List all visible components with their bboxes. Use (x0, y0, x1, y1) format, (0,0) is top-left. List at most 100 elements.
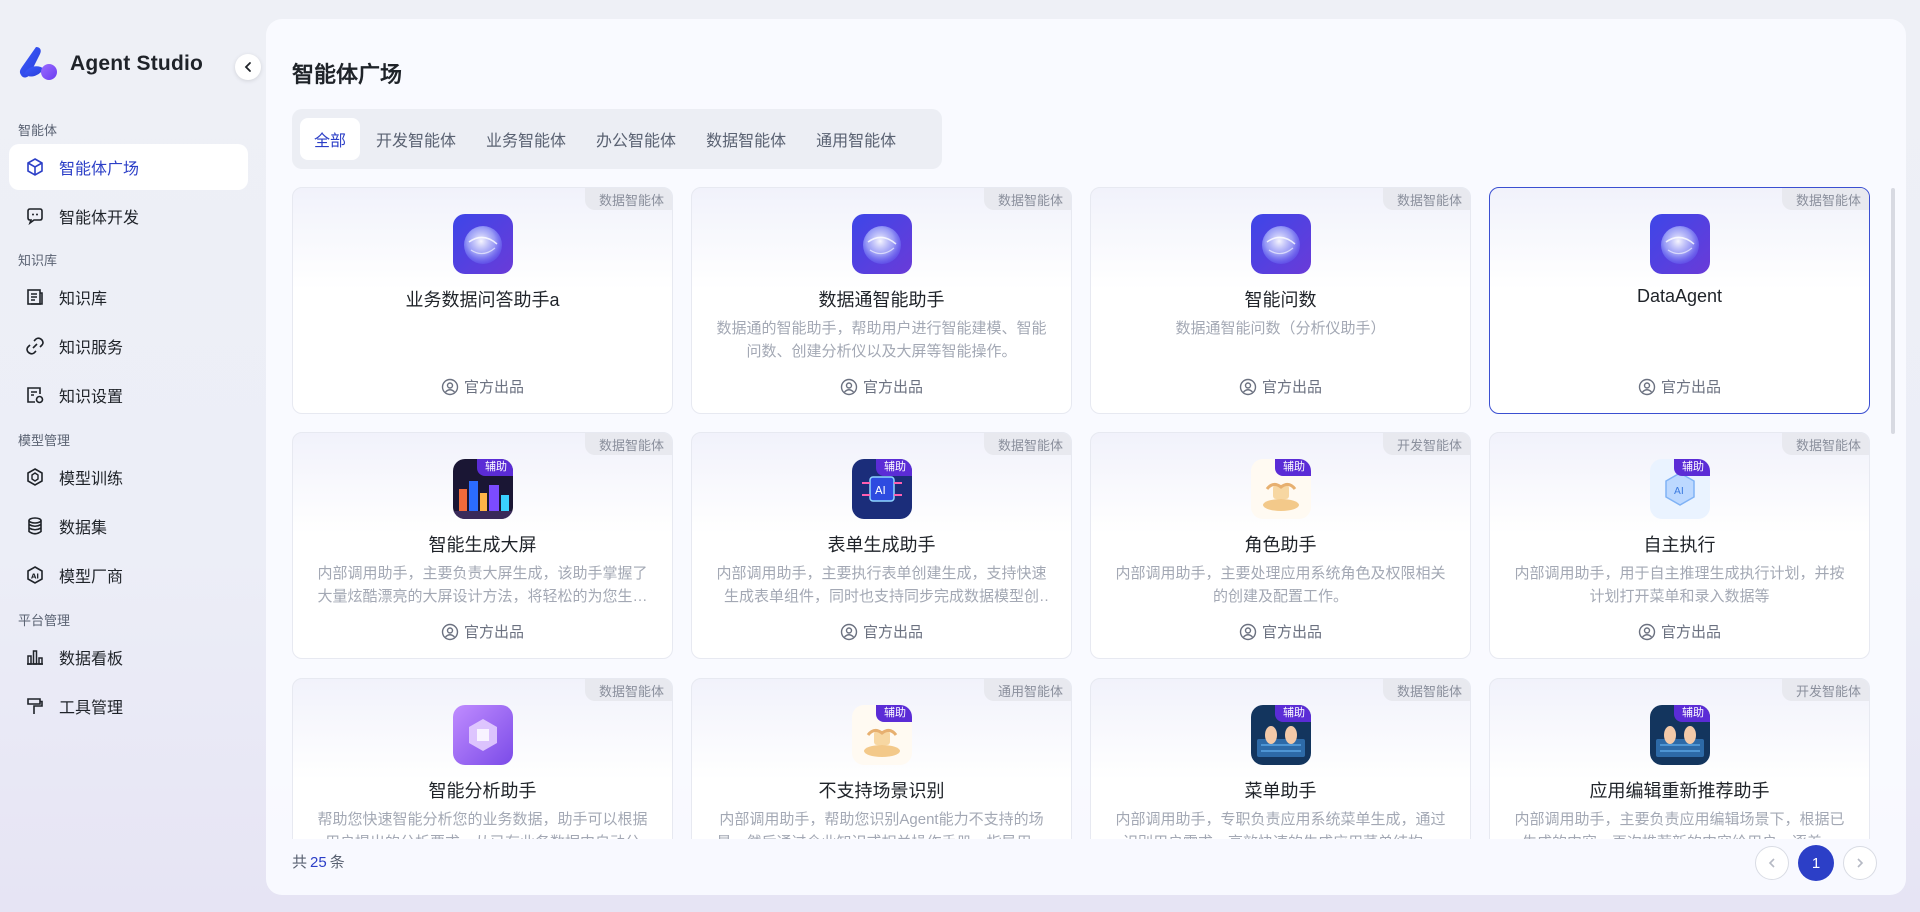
agent-card[interactable]: 开发智能体辅助应用编辑重新推荐助手内部调用助手，主要负责应用编辑场景下，根据已生… (1489, 678, 1870, 839)
assist-badge: 辅助 (876, 459, 912, 476)
book-icon (23, 285, 47, 309)
sidebar-item-knowledge-base[interactable]: 知识库 (9, 274, 248, 320)
agent-category-tag: 开发智能体 (1382, 433, 1470, 455)
tab-general-agents[interactable]: 通用智能体 (802, 118, 910, 160)
agent-avatar: AI 辅助 (852, 459, 912, 519)
agent-avatar (1650, 214, 1710, 274)
user-circle-icon (840, 378, 858, 396)
agent-card[interactable]: 数据智能体 业务数据问答助手a 官方出品 (292, 187, 673, 414)
hammer-icon (23, 694, 47, 718)
agent-category-tag: 数据智能体 (1382, 188, 1470, 210)
tab-office-agents[interactable]: 办公智能体 (582, 118, 690, 160)
agent-name: DataAgent (1636, 286, 1723, 306)
user-circle-icon (1638, 623, 1656, 641)
agent-author: 官方出品 (692, 621, 1071, 642)
sidebar-item-label: 数据集 (59, 520, 108, 537)
agent-name: 不支持场景识别 (818, 781, 945, 801)
agent-category-tag: 数据智能体 (1382, 679, 1470, 701)
tab-all[interactable]: 全部 (300, 118, 361, 160)
sidebar-item-model-vendor[interactable]: AI 模型厂商 (9, 552, 248, 598)
assist-badge: 辅助 (1674, 705, 1710, 722)
sidebar-item-knowledge-service[interactable]: 知识服务 (9, 323, 248, 369)
tab-dev-agents[interactable]: 开发智能体 (362, 118, 470, 160)
agent-category-tag: 通用智能体 (983, 679, 1071, 701)
sidebar-item-dashboard[interactable]: 数据看板 (9, 634, 248, 680)
total-prefix: 共 (292, 854, 308, 871)
sidebar-item-dataset[interactable]: 数据集 (9, 503, 248, 549)
agent-card[interactable]: 数据智能体辅助菜单助手内部调用助手，专职负责应用系统菜单生成，通过识别用户需求，… (1090, 678, 1471, 839)
agent-card[interactable]: 数据智能体 DataAgent 官方出品 (1489, 187, 1870, 414)
nav-group-title-platform: 平台管理 (18, 613, 71, 628)
agent-name: 智能生成大屏 (428, 535, 537, 555)
agent-description: 数据通智能问数（分析仪助手） (1175, 320, 1386, 337)
tab-data-agents[interactable]: 数据智能体 (692, 118, 800, 160)
agent-avatar (1251, 214, 1311, 274)
tab-business-agents[interactable]: 业务智能体 (472, 118, 580, 160)
agent-card[interactable]: 开发智能体 辅助 角色助手 内部调用助手，主要处理应用系统角色及权限相关的创建及配置工… (1090, 432, 1471, 659)
agent-name: 角色助手 (1244, 535, 1317, 555)
sidebar-item-tools[interactable]: 工具管理 (9, 683, 248, 729)
assist-badge: 辅助 (1275, 459, 1311, 476)
sidebar-item-model-training[interactable]: 模型训练 (9, 454, 248, 500)
agent-avatar: 辅助 (852, 705, 912, 765)
assist-badge: 辅助 (876, 705, 912, 722)
agent-author: 官方出品 (1490, 376, 1869, 397)
sidebar: Agent Studio 智能体 智能体广场 智能体开发 知识库 知识库 知识服… (0, 0, 262, 912)
agent-description: 内部调用助手，专职负责应用系统菜单生成，通过识别用户需求，高效快速的生成应用菜单… (1115, 811, 1446, 839)
svg-text:AI: AI (875, 484, 886, 497)
agent-avatar: 辅助 (1650, 705, 1710, 765)
sidebar-item-label: 模型训练 (59, 471, 124, 488)
agent-avatar: AI 辅助 (1650, 459, 1710, 519)
agent-card[interactable]: 数据智能体 AI 辅助 表单生成助手 内部调用助手，主要执行表单创建生成，支持快速生成表… (691, 432, 1072, 659)
agent-card[interactable]: 数据智能体 AI 辅助 自主执行 内部调用助手，用于自主推理生成执行计划，并按计划打开菜… (1489, 432, 1870, 659)
sidebar-item-label: 数据看板 (59, 651, 124, 668)
agent-category-tag: 数据智能体 (584, 433, 672, 455)
agent-category-tag: 开发智能体 (1781, 679, 1869, 701)
next-page-button[interactable] (1843, 846, 1877, 880)
sidebar-item-label: 知识设置 (59, 389, 124, 406)
agent-description: 内部调用助手，主要负责大屏生成，该助手掌握了大量炫酷漂亮的大屏设计方法，将轻松的… (317, 565, 648, 605)
sidebar-item-label: 模型厂商 (59, 569, 124, 586)
agent-author-label: 官方出品 (1660, 379, 1721, 396)
page-number-current[interactable]: 1 (1798, 845, 1834, 881)
category-tabs: 全部 开发智能体 业务智能体 办公智能体 数据智能体 通用智能体 (292, 109, 942, 169)
assist-badge: 辅助 (477, 459, 513, 476)
collapse-sidebar-button[interactable] (235, 54, 261, 80)
sidebar-item-agent-square[interactable]: 智能体广场 (9, 144, 248, 190)
agent-card[interactable]: 通用智能体辅助不支持场景识别内部调用助手，帮助您识别Agent能力不支持的场景，… (691, 678, 1072, 839)
agent-avatar: 辅助 (453, 459, 513, 519)
agent-author-label: 官方出品 (1261, 624, 1322, 641)
chevron-left-icon (244, 62, 251, 72)
scrollbar[interactable] (1891, 188, 1895, 434)
agent-author-label: 官方出品 (1261, 379, 1322, 396)
prev-page-button[interactable] (1755, 846, 1789, 880)
agent-avatar (453, 214, 513, 274)
user-circle-icon (441, 378, 459, 396)
agent-card[interactable]: 数据智能体智能分析助手帮助您快速智能分析您的业务数据，助手可以根据用户提出的分析… (292, 678, 673, 839)
agent-card[interactable]: 数据智能体 智能问数 数据通智能问数（分析仪助手） 官方出品 (1090, 187, 1471, 414)
total-count: 共 25 条 (292, 851, 345, 872)
agent-category-tag: 数据智能体 (983, 433, 1071, 455)
sidebar-item-knowledge-settings[interactable]: 知识设置 (9, 372, 248, 418)
agent-description: 内部调用助手，用于自主推理生成执行计划，并按计划打开菜单和录入数据等 (1514, 565, 1845, 605)
agent-author: 官方出品 (1091, 621, 1470, 642)
chevron-left-icon (1768, 858, 1775, 868)
user-circle-icon (1239, 378, 1257, 396)
page-title: 智能体广场 (292, 62, 403, 87)
agent-description: 数据通的智能助手，帮助用户进行智能建模、智能问数、创建分析仪以及大屏等智能操作。 (716, 320, 1047, 360)
agent-card[interactable]: 数据智能体辅助智能生成大屏内部调用助手，主要负责大屏生成，该助手掌握了大量炫酷漂… (292, 432, 673, 659)
user-circle-icon (840, 623, 858, 641)
agent-avatar (453, 705, 513, 765)
chat-bubble-icon (23, 204, 47, 228)
agent-author-label: 官方出品 (862, 624, 923, 641)
link-icon (23, 334, 47, 358)
agent-author: 官方出品 (293, 621, 672, 642)
sidebar-item-agent-dev[interactable]: 智能体开发 (9, 193, 248, 239)
user-circle-icon (1239, 623, 1257, 641)
assist-badge: 辅助 (1674, 459, 1710, 476)
assist-badge: 辅助 (1275, 705, 1311, 722)
cube-icon (23, 155, 47, 179)
svg-text:AI: AI (1674, 486, 1684, 497)
settings-doc-icon (23, 383, 47, 407)
agent-card[interactable]: 数据智能体 数据通智能助手 数据通的智能助手，帮助用户进行智能建模、智能问数、创建分… (691, 187, 1072, 414)
